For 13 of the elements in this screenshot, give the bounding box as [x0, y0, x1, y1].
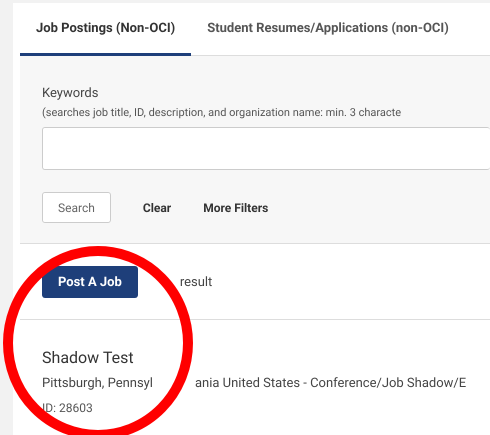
posting-id: ID: 28603 — [42, 401, 94, 415]
result-count: result — [180, 274, 212, 290]
filters-button[interactable]: More Filters — [187, 192, 284, 223]
search-button[interactable]: Search — [42, 192, 111, 223]
posting-title[interactable]: Shadow Test — [42, 348, 490, 367]
post-job-button[interactable]: Post A Job — [42, 266, 138, 298]
field-label: Keywords — [42, 86, 100, 101]
clear-button[interactable]: Clear — [126, 192, 188, 223]
posting-location: ania United States - Conference/Job Shadow/E — [194, 376, 466, 391]
input-field[interactable] — [42, 127, 490, 170]
tab[interactable]: Student Resumes/Applications (non-OCI) — [191, 3, 465, 56]
field-hint: (searches job title, ID, description, and organization name: min. 3 characte — [42, 106, 402, 119]
posting-location: Pittsburgh, Pennsyl — [42, 376, 153, 391]
